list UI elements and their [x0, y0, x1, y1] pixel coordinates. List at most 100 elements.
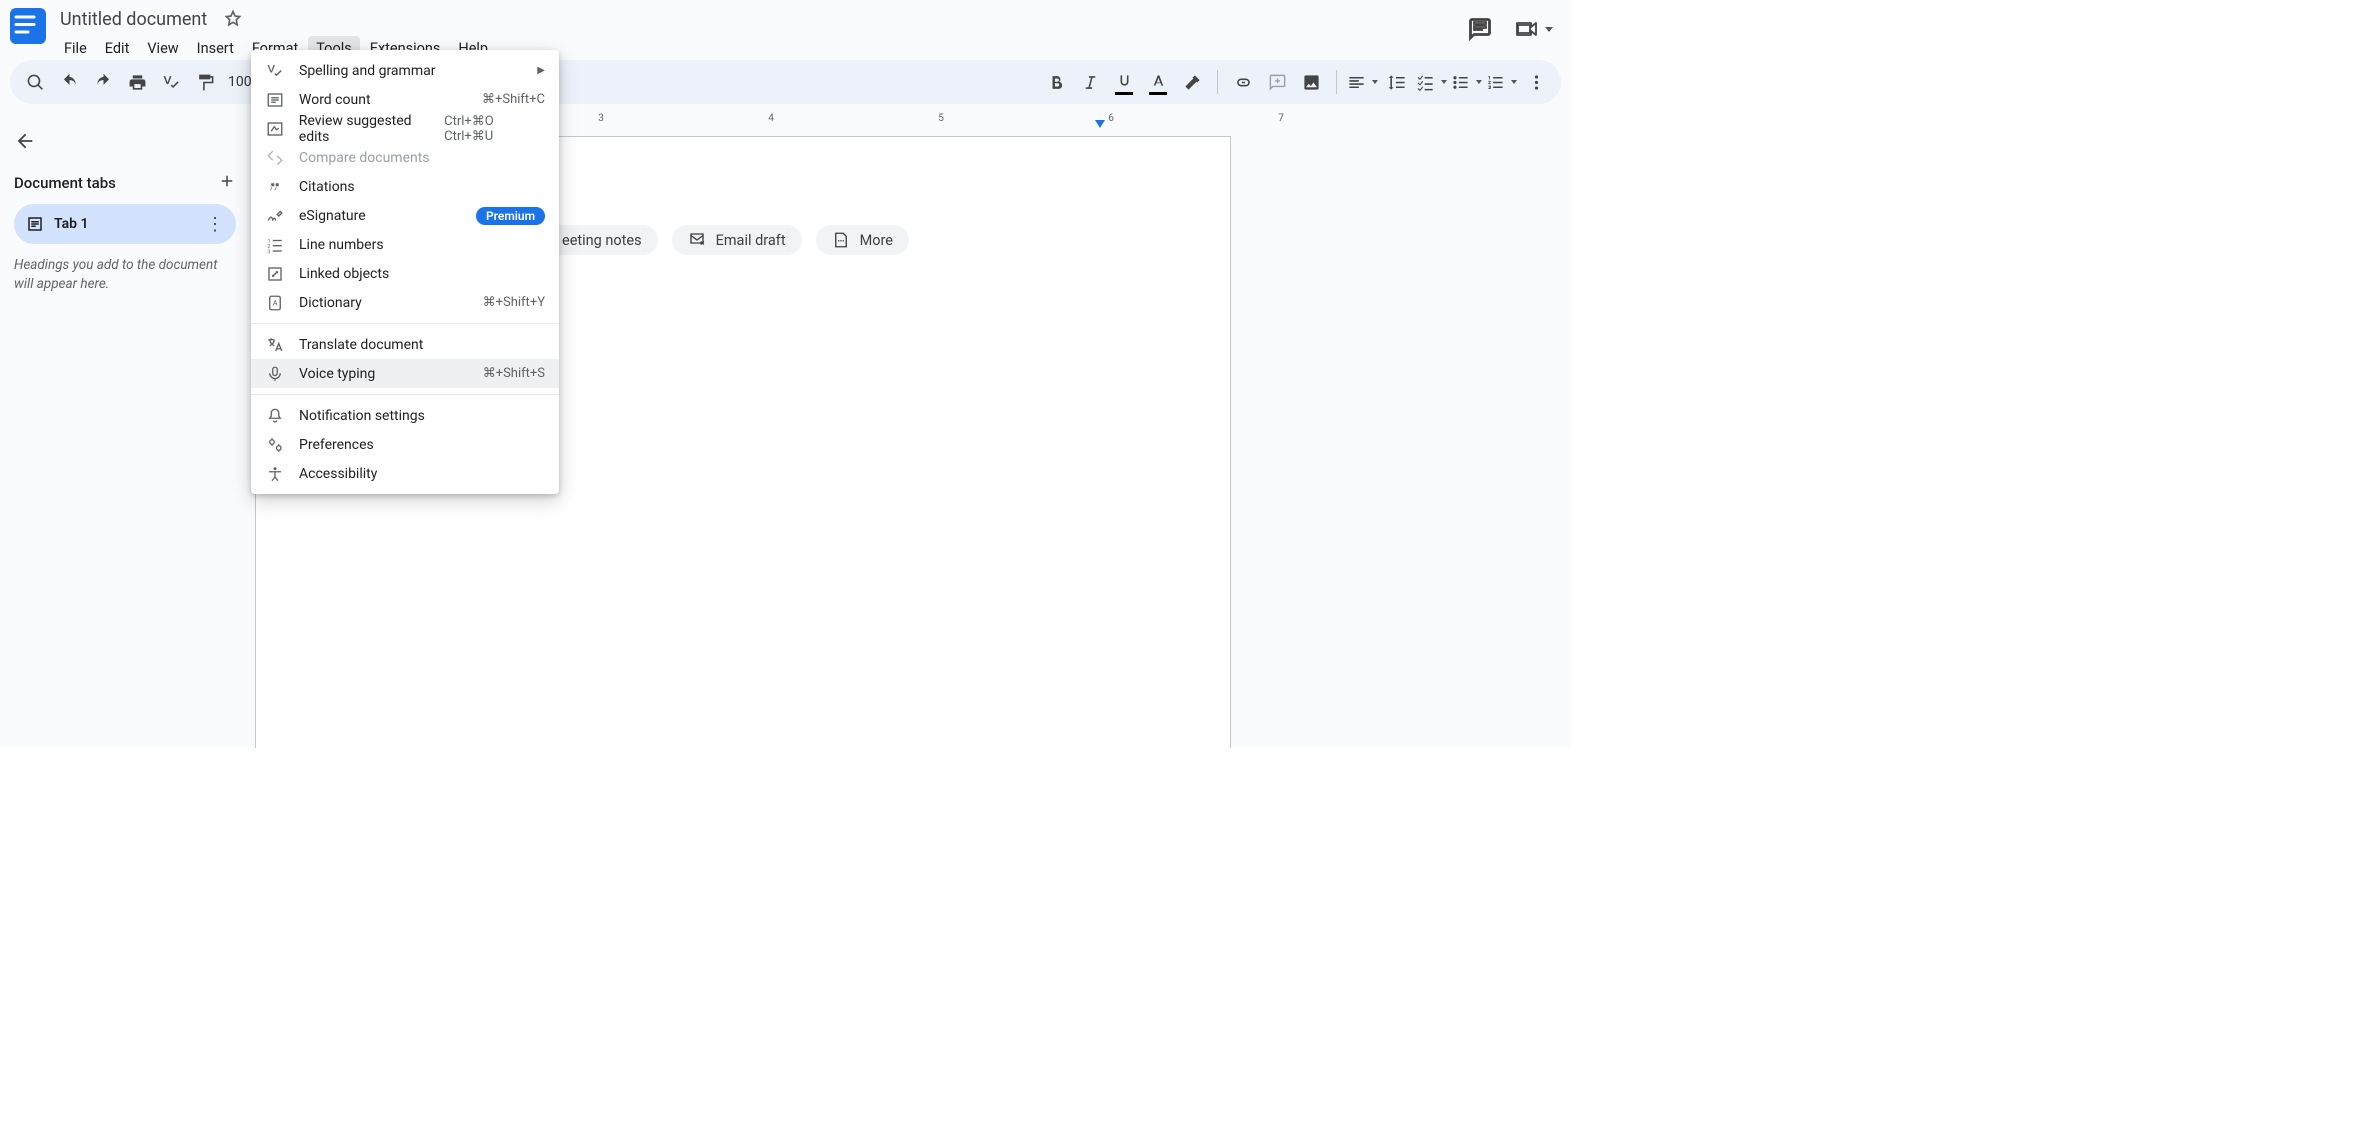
- svg-text:A: A: [273, 298, 278, 307]
- menu-label: Voice typing: [299, 366, 375, 382]
- caret-down-icon: [1545, 27, 1553, 32]
- tab-options-icon[interactable]: ⋮: [206, 214, 224, 235]
- line-spacing-icon[interactable]: [1382, 67, 1412, 97]
- menu-line-numbers[interactable]: 123 Line numbers: [251, 230, 559, 259]
- menu-separator: [251, 394, 559, 395]
- insert-image-icon[interactable]: [1296, 67, 1326, 97]
- document-title[interactable]: Untitled document: [56, 8, 211, 31]
- star-icon[interactable]: [223, 9, 243, 29]
- menu-label: Compare documents: [299, 150, 430, 166]
- menu-translate[interactable]: Translate document: [251, 330, 559, 359]
- print-icon[interactable]: [122, 67, 152, 97]
- menu-view[interactable]: View: [139, 36, 186, 61]
- shortcut: ⌘+Shift+Y: [483, 295, 545, 310]
- menu-label: Review suggested edits: [299, 113, 444, 145]
- menu-label: Preferences: [299, 437, 374, 453]
- video-call-button[interactable]: [1515, 17, 1553, 41]
- right-margin-marker[interactable]: [1095, 120, 1105, 128]
- tab-item-1[interactable]: Tab 1 ⋮: [14, 204, 236, 244]
- body: Document tabs Tab 1 ⋮ Headings you add t…: [0, 112, 1571, 748]
- divider: [1217, 70, 1218, 94]
- toolbar: 100%: [10, 60, 1561, 104]
- comments-icon[interactable]: [1463, 12, 1497, 46]
- more-icon[interactable]: [1521, 67, 1551, 97]
- caret-down-icon: [1511, 80, 1517, 84]
- bold-icon[interactable]: [1041, 67, 1071, 97]
- menu-voice-typing[interactable]: Voice typing ⌘+Shift+S: [251, 359, 559, 388]
- menu-spelling-grammar[interactable]: Spelling and grammar ▶: [251, 56, 559, 85]
- checklist-button[interactable]: [1416, 73, 1447, 92]
- menu-insert[interactable]: Insert: [189, 36, 242, 61]
- menu-citations[interactable]: Citations: [251, 172, 559, 201]
- email-icon: [688, 231, 706, 249]
- menu-label: Linked objects: [299, 266, 389, 282]
- linenumbers-icon: 123: [265, 235, 285, 255]
- paint-format-icon[interactable]: [190, 67, 220, 97]
- caret-down-icon: [1441, 80, 1447, 84]
- menu-edit[interactable]: Edit: [97, 36, 138, 61]
- menu-notification-settings[interactable]: Notification settings: [251, 401, 559, 430]
- menu-compare-documents: Compare documents: [251, 143, 559, 172]
- redo-icon[interactable]: [88, 67, 118, 97]
- tab-name: Tab 1: [54, 216, 89, 232]
- document-tabs-label: Document tabs: [14, 174, 116, 192]
- chip-label: Email draft: [716, 232, 786, 249]
- outline-hint: Headings you add to the document will ap…: [14, 256, 236, 294]
- review-icon: [265, 119, 285, 139]
- menu-label: Spelling and grammar: [299, 63, 435, 79]
- docs-logo-icon[interactable]: [10, 8, 46, 44]
- menu-accessibility[interactable]: Accessibility: [251, 459, 559, 488]
- menu-word-count[interactable]: Word count ⌘+Shift+C: [251, 85, 559, 114]
- esignature-icon: [265, 206, 285, 226]
- shortcut: ⌘+Shift+C: [482, 92, 545, 107]
- divider: [1336, 70, 1337, 94]
- back-button[interactable]: [14, 124, 236, 158]
- menu-linked-objects[interactable]: Linked objects: [251, 259, 559, 288]
- italic-icon[interactable]: [1075, 67, 1105, 97]
- menu-review-edits[interactable]: Review suggested edits Ctrl+⌘O Ctrl+⌘U: [251, 114, 559, 143]
- numbered-list-button[interactable]: [1486, 73, 1517, 92]
- chip-email-draft[interactable]: Email draft: [672, 225, 802, 255]
- premium-badge: Premium: [476, 207, 545, 225]
- bulleted-list-button[interactable]: [1451, 73, 1482, 92]
- mic-icon: [265, 364, 285, 384]
- tab-doc-icon: [26, 215, 44, 233]
- menu-label: Dictionary: [299, 295, 362, 311]
- menu-label: Line numbers: [299, 237, 384, 253]
- search-icon[interactable]: [20, 67, 50, 97]
- menu-label: Word count: [299, 92, 371, 108]
- menu-dictionary[interactable]: A Dictionary ⌘+Shift+Y: [251, 288, 559, 317]
- header-right: [1463, 12, 1561, 46]
- compare-icon: [265, 148, 285, 168]
- linked-icon: [265, 264, 285, 284]
- svg-text:3: 3: [268, 249, 271, 254]
- align-button[interactable]: [1347, 73, 1378, 92]
- menu-preferences[interactable]: Preferences: [251, 430, 559, 459]
- undo-icon[interactable]: [54, 67, 84, 97]
- submenu-arrow-icon: ▶: [537, 65, 545, 76]
- chip-meeting-notes[interactable]: eeting notes: [556, 225, 658, 255]
- bell-icon: [265, 406, 285, 426]
- menu-file[interactable]: File: [56, 36, 95, 61]
- add-tab-button[interactable]: [218, 172, 236, 194]
- menu-esignature[interactable]: eSignature Premium: [251, 201, 559, 230]
- more-page-icon: [832, 231, 850, 249]
- chip-label: eeting notes: [562, 232, 642, 249]
- chip-label: More: [860, 232, 893, 249]
- caret-down-icon: [1372, 80, 1378, 84]
- menu-label: Citations: [299, 179, 355, 195]
- underline-icon[interactable]: [1109, 67, 1139, 97]
- add-comment-icon[interactable]: [1262, 67, 1292, 97]
- highlight-icon[interactable]: [1177, 67, 1207, 97]
- preferences-icon: [265, 435, 285, 455]
- menu-separator: [251, 323, 559, 324]
- sidebar: Document tabs Tab 1 ⋮ Headings you add t…: [0, 112, 250, 748]
- text-color-icon[interactable]: [1143, 67, 1173, 97]
- insert-link-icon[interactable]: [1228, 67, 1258, 97]
- chip-more[interactable]: More: [816, 225, 909, 255]
- shortcut: ⌘+Shift+S: [483, 366, 545, 381]
- tools-menu: Spelling and grammar ▶ Word count ⌘+Shif…: [251, 50, 559, 494]
- accessibility-icon: [265, 464, 285, 484]
- spellcheck-icon[interactable]: [156, 67, 186, 97]
- menu-label: Translate document: [299, 337, 423, 353]
